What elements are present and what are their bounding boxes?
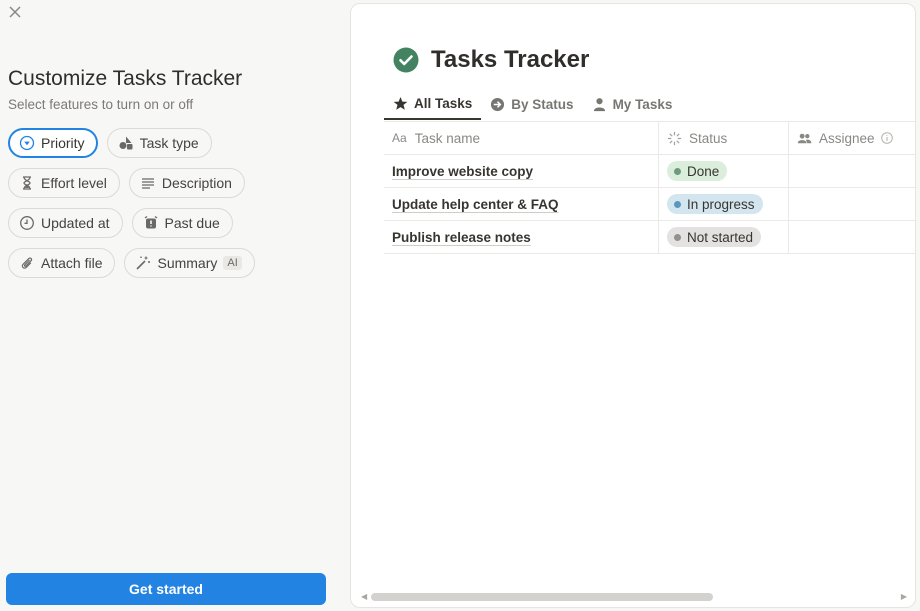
chip-description[interactable]: Description [128,168,245,198]
table-row[interactable]: Update help center & FAQ In progress [384,188,915,221]
task-name[interactable]: Improve website copy [392,164,533,179]
chip-updated-at[interactable]: Updated at [8,208,123,238]
chip-effort-level[interactable]: Effort level [8,168,120,198]
get-started-button[interactable]: Get started [6,573,326,605]
status-loader-icon [667,131,682,145]
tasks-tracker-preview: Tasks Tracker All Tasks By Status My Tas… [350,3,916,608]
assignee-cell[interactable] [789,221,915,253]
status-badge[interactable]: Not started [667,227,762,247]
table-header: Aa Task name Status Assignee [384,122,915,155]
scroll-right-icon[interactable]: ▶ [901,592,907,601]
table-row[interactable]: Improve website copy Done [384,155,915,188]
person-icon [593,97,605,111]
hourglass-icon [23,176,31,190]
ai-badge: AI [223,256,242,270]
close-icon[interactable] [6,3,24,21]
magic-wand-icon [136,256,151,270]
panel-subtitle: Select features to turn on or off [8,97,194,112]
tasks-table: Aa Task name Status Assignee Improve web… [384,122,915,254]
people-icon [797,133,812,143]
table-row[interactable]: Publish release notes Not started [384,221,915,254]
assignee-cell[interactable] [789,155,915,187]
chip-attach-file[interactable]: Attach file [8,248,116,278]
status-badge[interactable]: Done [667,161,728,181]
page-title: Tasks Tracker [393,46,589,74]
shapes-icon [119,136,133,150]
clock-icon [20,216,34,230]
column-status[interactable]: Status [659,122,789,154]
star-icon [393,96,408,110]
chip-task-type[interactable]: Task type [106,128,212,158]
scroll-left-icon[interactable]: ◀ [361,592,367,601]
text-lines-icon [141,178,154,189]
priority-icon [19,135,35,151]
scroll-thumb[interactable] [371,593,713,601]
task-name[interactable]: Update help center & FAQ [392,197,559,212]
panel-title: Customize Tasks Tracker [8,67,243,90]
tab-my-tasks[interactable]: My Tasks [583,88,682,120]
tab-by-status[interactable]: By Status [481,88,582,120]
check-circle-icon [393,47,419,73]
view-tabs: All Tasks By Status My Tasks [384,88,681,120]
info-icon[interactable] [880,132,893,144]
text-type-icon: Aa [392,131,407,145]
tab-all-tasks[interactable]: All Tasks [384,88,482,120]
arrow-circle-icon [491,97,505,111]
customize-panel: Customize Tasks Tracker Select features … [0,0,340,611]
chip-priority[interactable]: Priority [8,128,98,158]
alarm-icon [144,215,157,229]
status-badge[interactable]: In progress [667,194,763,214]
chip-past-due[interactable]: Past due [131,208,233,238]
column-assignee[interactable]: Assignee [789,122,915,154]
feature-chips: Priority Task type Effort level Descript… [8,128,328,288]
column-task-name[interactable]: Aa Task name [384,122,659,154]
assignee-cell[interactable] [789,188,915,220]
task-name[interactable]: Publish release notes [392,230,531,245]
chip-summary[interactable]: Summary AI [124,248,255,278]
horizontal-scrollbar[interactable]: ◀ ▶ [361,591,907,603]
paperclip-icon [21,257,33,269]
